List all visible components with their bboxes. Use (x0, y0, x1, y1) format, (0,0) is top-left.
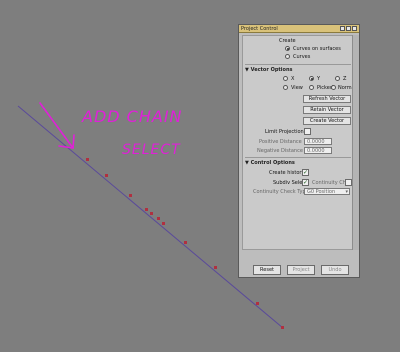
panel-content: Create Curves on surfaces Curves ▼ Vecto… (242, 35, 356, 250)
radio-y[interactable] (309, 76, 314, 81)
refresh-vector-button[interactable]: Refresh Vector (303, 95, 351, 103)
radio-normal[interactable] (331, 85, 336, 90)
create-history-label: Create history (269, 170, 305, 176)
curve-point (162, 222, 165, 225)
radio-view[interactable] (283, 85, 288, 90)
view-label: View (291, 85, 303, 91)
radio-x[interactable] (283, 76, 288, 81)
axis-z-label: Z (343, 76, 347, 82)
curve-point (256, 302, 259, 305)
curve-point (145, 208, 148, 211)
retain-vector-button[interactable]: Retain Vector (303, 106, 351, 114)
curve-point (281, 326, 284, 329)
curve-point (86, 158, 89, 161)
divider (245, 157, 351, 158)
limit-projection-label: Limit Projection (265, 129, 304, 135)
continuity-check-type-label: Continuity Check Type (253, 189, 309, 195)
curve-point (184, 241, 187, 244)
curve-point (157, 217, 160, 220)
project-button[interactable]: Project (287, 265, 315, 275)
curves-label: Curves (293, 54, 311, 60)
positive-distance-field[interactable]: 0.0000 (304, 138, 332, 145)
create-vector-button[interactable]: Create Vector (303, 117, 351, 125)
continuity-check-type-value: G0 Position (307, 188, 336, 195)
vector-options-header[interactable]: ▼ Vector Options (245, 67, 292, 73)
curve-point (105, 174, 108, 177)
limit-projection-checkbox[interactable] (304, 128, 311, 135)
radio-z[interactable] (335, 76, 340, 81)
maximize-icon[interactable] (346, 26, 351, 31)
curve-point (150, 212, 153, 215)
curve-point (129, 194, 132, 197)
reset-button[interactable]: Reset (253, 265, 281, 275)
axis-x-label: X (291, 76, 295, 82)
subdiv-select-checkbox[interactable]: ✓ (302, 179, 309, 186)
panel-footer: Reset Project Undo (253, 265, 349, 275)
minimize-icon[interactable] (340, 26, 345, 31)
annotation-arrow (39, 102, 75, 149)
radio-curves[interactable] (285, 54, 290, 59)
continuity-check-checkbox[interactable] (345, 179, 352, 186)
curve-point (214, 266, 217, 269)
curves-on-surfaces-label: Curves on surfaces (293, 46, 341, 52)
chevron-down-icon: ▾ (345, 188, 348, 195)
panel-scrollbar[interactable] (352, 35, 359, 250)
radio-picked[interactable] (309, 85, 314, 90)
project-control-panel: Project Control Create Curves on surface… (238, 24, 360, 278)
annotation-text-line2: SELECT (122, 142, 181, 158)
panel-title: Project Control (241, 25, 278, 32)
close-icon[interactable] (352, 26, 357, 31)
positive-distance-label: Positive Distance (259, 139, 302, 145)
radio-curves-on-surfaces[interactable] (285, 46, 290, 51)
axis-y-label: Y (317, 76, 321, 82)
divider (245, 64, 351, 65)
negative-distance-field[interactable]: 0.0000 (304, 147, 332, 154)
control-options-header[interactable]: ▼ Control Options (245, 160, 295, 166)
annotation-text-line1: ADD CHAIN (81, 107, 183, 126)
create-history-checkbox[interactable]: ✓ (302, 169, 309, 176)
continuity-check-type-select[interactable]: G0 Position ▾ (304, 188, 350, 195)
panel-titlebar[interactable]: Project Control (239, 25, 359, 33)
negative-distance-label: Negative Distance (257, 148, 303, 154)
undo-button[interactable]: Undo (321, 265, 349, 275)
create-label: Create (279, 38, 296, 44)
